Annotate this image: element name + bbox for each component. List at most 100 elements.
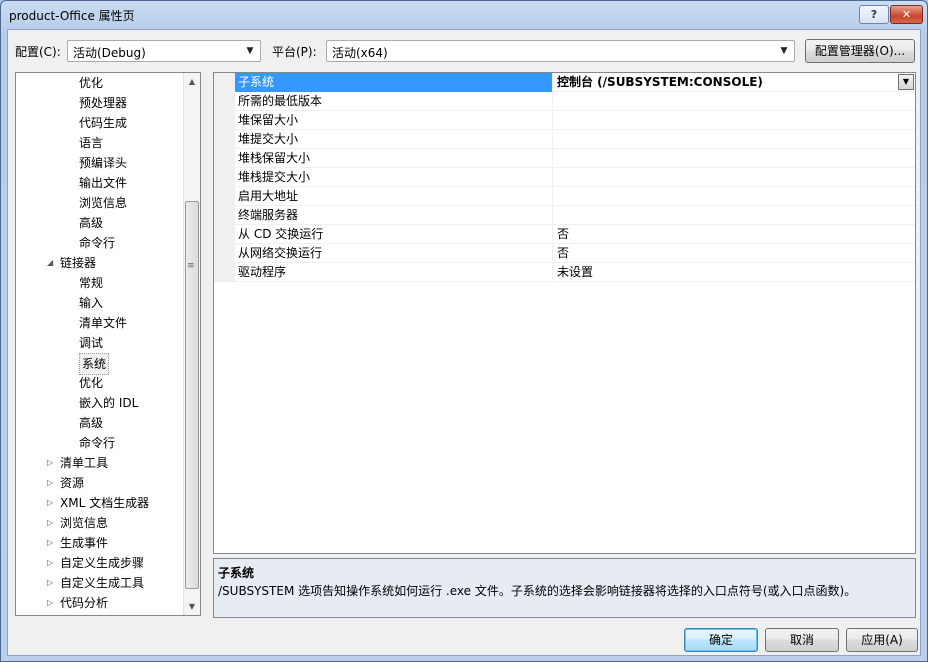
tree-item-label: 语言 bbox=[79, 136, 104, 150]
tree-item-label: 命令行 bbox=[79, 236, 116, 250]
chevron-down-icon: ▼ bbox=[246, 46, 254, 56]
property-value[interactable] bbox=[554, 130, 915, 149]
apply-button[interactable]: 应用(A) bbox=[846, 628, 918, 652]
tree-item-label: 输入 bbox=[79, 296, 104, 310]
title-bar[interactable]: product-Office 属性页 ? ✕ bbox=[1, 1, 927, 29]
row-gutter bbox=[214, 111, 235, 130]
collapsed-arrow-icon[interactable]: ▷ bbox=[47, 573, 57, 593]
tree-item-label: 调试 bbox=[79, 336, 104, 350]
tree-item-label: 高级 bbox=[79, 416, 104, 430]
property-name: 堆提交大小 bbox=[235, 130, 553, 149]
property-value-text: 否 bbox=[557, 246, 570, 260]
tree-item-label: 高级 bbox=[79, 216, 104, 230]
property-name: 堆栈提交大小 bbox=[235, 168, 553, 187]
property-name: 堆保留大小 bbox=[235, 111, 553, 130]
collapsed-arrow-icon[interactable]: ▷ bbox=[47, 473, 57, 493]
chevron-down-icon: ▼ bbox=[780, 46, 788, 56]
scroll-down-icon[interactable]: ▼ bbox=[184, 598, 200, 615]
ok-button[interactable]: 确定 bbox=[684, 628, 758, 652]
tree-item-label: 嵌入的 IDL bbox=[79, 396, 139, 410]
platform-label: 平台(P): bbox=[272, 45, 317, 59]
collapsed-arrow-icon[interactable]: ▷ bbox=[47, 513, 57, 533]
expanded-arrow-icon[interactable]: ◢ bbox=[47, 253, 57, 273]
property-value[interactable]: 否 bbox=[554, 225, 915, 244]
property-row[interactable]: 所需的最低版本 bbox=[214, 92, 915, 111]
property-row[interactable]: 从网络交换运行否 bbox=[214, 244, 915, 263]
property-name: 所需的最低版本 bbox=[235, 92, 553, 111]
property-value[interactable]: 控制台 (/SUBSYSTEM:CONSOLE) ▼ bbox=[554, 73, 915, 92]
tree-item-label: 输出文件 bbox=[79, 176, 128, 190]
row-gutter bbox=[214, 263, 235, 282]
property-name: 从网络交换运行 bbox=[235, 244, 553, 263]
platform-value: 活动(x64) bbox=[332, 46, 388, 60]
tree-item-label: 浏览信息 bbox=[79, 196, 128, 210]
property-row[interactable]: 堆提交大小 bbox=[214, 130, 915, 149]
property-grid[interactable]: 子系统 控制台 (/SUBSYSTEM:CONSOLE) ▼ 所需的最低版本 堆保留大小… bbox=[213, 72, 916, 554]
config-label: 配置(C): bbox=[15, 45, 61, 59]
row-gutter bbox=[214, 244, 235, 263]
property-row[interactable]: 堆栈提交大小 bbox=[214, 168, 915, 187]
property-row[interactable]: 驱动程序 未设置 bbox=[214, 263, 915, 282]
row-gutter bbox=[214, 130, 235, 149]
property-value[interactable] bbox=[554, 92, 915, 111]
property-value[interactable] bbox=[554, 187, 915, 206]
config-select[interactable]: 活动(Debug) ▼ bbox=[67, 40, 261, 62]
tree-item-label: 命令行 bbox=[79, 436, 116, 450]
close-button[interactable]: ✕ bbox=[890, 5, 923, 24]
property-name: 终端服务器 bbox=[235, 206, 553, 225]
tree-item-label: 自定义生成步骤 bbox=[60, 556, 145, 570]
tree-item-label: 链接器 bbox=[60, 256, 97, 270]
row-gutter bbox=[214, 73, 235, 92]
description-panel: 子系统 /SUBSYSTEM 选项告知操作系统如何运行 .exe 文件。子系统的… bbox=[213, 558, 916, 618]
property-row[interactable]: 启用大地址 bbox=[214, 187, 915, 206]
help-button[interactable]: ? bbox=[859, 5, 889, 24]
property-value[interactable] bbox=[554, 111, 915, 130]
scroll-thumb[interactable] bbox=[185, 201, 199, 589]
property-row[interactable]: 堆保留大小 bbox=[214, 111, 915, 130]
description-text: /SUBSYSTEM 选项告知操作系统如何运行 .exe 文件。子系统的选择会影… bbox=[218, 584, 857, 598]
property-row[interactable]: 从 CD 交换运行否 bbox=[214, 225, 915, 244]
collapsed-arrow-icon[interactable]: ▷ bbox=[47, 553, 57, 573]
property-value[interactable]: 否 bbox=[554, 244, 915, 263]
dialog-body: 配置(C): 活动(Debug) ▼ 平台(P): 活动(x64) ▼ 配置管理… bbox=[7, 29, 921, 656]
property-value[interactable] bbox=[554, 206, 915, 225]
config-manager-button[interactable]: 配置管理器(O)... bbox=[805, 39, 915, 63]
tree-item-label: XML 文档生成器 bbox=[60, 496, 150, 510]
property-row[interactable]: 子系统 控制台 (/SUBSYSTEM:CONSOLE) ▼ bbox=[214, 73, 915, 92]
chevron-down-icon[interactable]: ▼ bbox=[898, 74, 914, 90]
property-row[interactable]: 终端服务器 bbox=[214, 206, 915, 225]
property-row[interactable]: 堆栈保留大小 bbox=[214, 149, 915, 168]
property-value-text: 否 bbox=[557, 227, 570, 241]
tree-item-label: 代码生成 bbox=[79, 116, 128, 130]
row-gutter bbox=[214, 92, 235, 111]
collapsed-arrow-icon[interactable]: ▷ bbox=[47, 493, 57, 513]
property-name: 从 CD 交换运行 bbox=[235, 225, 553, 244]
scroll-up-icon[interactable]: ▲ bbox=[184, 73, 200, 90]
cancel-button[interactable]: 取消 bbox=[765, 628, 839, 652]
platform-select[interactable]: 活动(x64) ▼ bbox=[326, 40, 795, 62]
property-value[interactable] bbox=[554, 149, 915, 168]
window-title: product-Office 属性页 bbox=[9, 9, 135, 23]
property-value-text: 未设置 bbox=[557, 265, 594, 279]
property-value[interactable] bbox=[554, 168, 915, 187]
collapsed-arrow-icon[interactable]: ▷ bbox=[47, 593, 57, 613]
row-gutter bbox=[214, 187, 235, 206]
tree-scrollbar[interactable]: ▲ ≡ ▼ bbox=[183, 73, 200, 615]
config-value: 活动(Debug) bbox=[73, 46, 146, 60]
tree-item-label: 系统 bbox=[79, 353, 110, 375]
property-tree[interactable]: ▷ 代码分析 ▷ 自定义生成工具 ▷ 自定义生成步骤 ▷ 生成事件 ▷ 浏览信息 ▷ XML 文档生成… bbox=[15, 72, 201, 616]
property-value[interactable]: 未设置 bbox=[554, 263, 915, 282]
row-gutter bbox=[214, 168, 235, 187]
row-gutter bbox=[214, 206, 235, 225]
dialog-window: product-Office 属性页 ? ✕ 配置(C): 活动(Debug) … bbox=[0, 0, 928, 662]
property-name: 驱动程序 bbox=[235, 263, 553, 282]
tree-item-label: 生成事件 bbox=[60, 536, 109, 550]
collapsed-arrow-icon[interactable]: ▷ bbox=[47, 533, 57, 553]
collapsed-arrow-icon[interactable]: ▷ bbox=[47, 453, 57, 473]
tree-item-label: 代码分析 bbox=[60, 596, 109, 610]
row-gutter bbox=[214, 149, 235, 168]
tree-item-label: 预处理器 bbox=[79, 96, 128, 110]
tree-item-label: 清单工具 bbox=[60, 456, 109, 470]
tree-item-label: 清单文件 bbox=[79, 316, 128, 330]
property-name: 子系统 bbox=[235, 73, 553, 92]
